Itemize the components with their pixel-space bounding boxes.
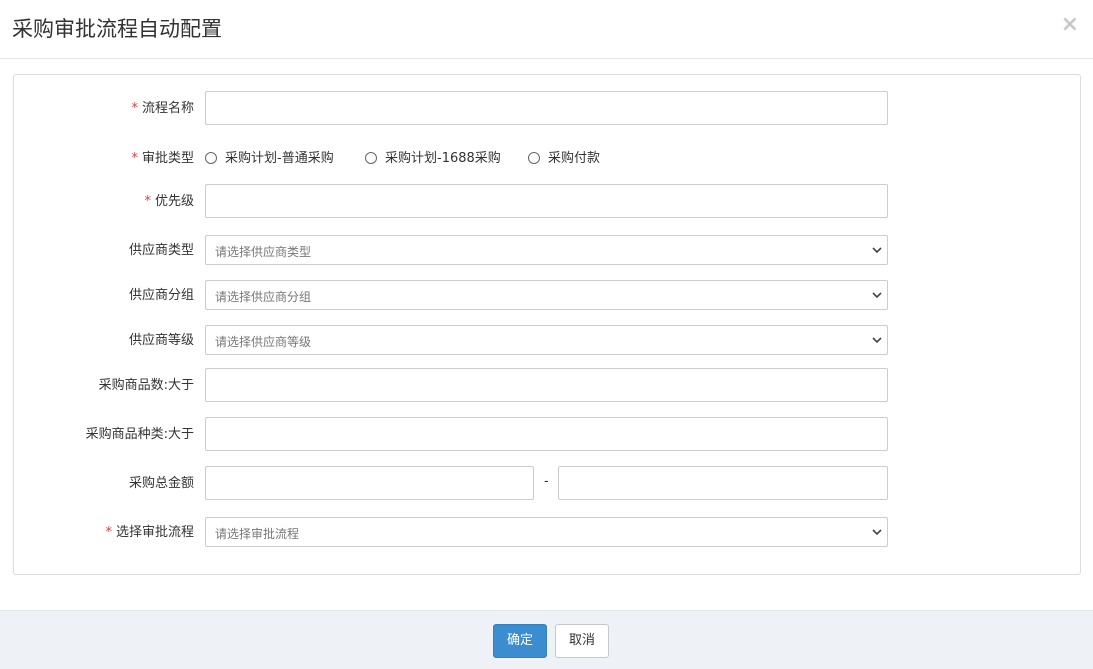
goods-count-label: 采购商品数:大于 — [98, 378, 194, 393]
supplier-level-select[interactable]: 请选择供应商等级 — [205, 325, 888, 355]
total-amount-max-input[interactable] — [558, 466, 888, 500]
config-dialog: 采购审批流程自动配置 × * 流程名称 * 审批类型 采购计划-普通采购 采购计划-… — [0, 0, 1093, 669]
approval-flow-label: * 选择审批流程 — [105, 525, 194, 540]
goods-kinds-label: 采购商品种类:大于 — [85, 427, 194, 442]
chevron-down-icon — [872, 292, 882, 299]
chevron-down-icon — [872, 337, 882, 344]
supplier-level-label: 供应商等级 — [128, 333, 194, 348]
supplier-level-placeholder: 请选择供应商等级 — [215, 335, 312, 349]
required-mark: * — [131, 151, 138, 166]
priority-input[interactable] — [205, 184, 888, 218]
required-mark: * — [105, 525, 112, 540]
radio-circle-icon — [205, 152, 217, 164]
required-mark: * — [131, 101, 138, 116]
total-amount-label: 采购总金额 — [128, 476, 194, 491]
flow-name-input[interactable] — [205, 91, 888, 125]
range-separator: - — [544, 474, 549, 489]
radio-normal-purchase[interactable]: 采购计划-普通采购 — [205, 147, 334, 166]
radio-circle-icon — [365, 152, 377, 164]
chevron-down-icon — [872, 529, 882, 536]
supplier-group-label: 供应商分组 — [128, 288, 194, 303]
goods-count-input[interactable] — [205, 368, 888, 402]
cancel-button[interactable]: 取消 — [555, 624, 609, 658]
approval-flow-placeholder: 请选择审批流程 — [215, 527, 300, 541]
dialog-header: 采购审批流程自动配置 × — [0, 0, 1093, 59]
required-mark: * — [144, 194, 151, 209]
supplier-type-placeholder: 请选择供应商类型 — [215, 245, 312, 259]
supplier-group-placeholder: 请选择供应商分组 — [215, 290, 312, 304]
supplier-group-select[interactable]: 请选择供应商分组 — [205, 280, 888, 310]
approval-type-label: * 审批类型 — [131, 151, 194, 166]
dialog-title: 采购审批流程自动配置 — [12, 17, 222, 41]
supplier-type-label: 供应商类型 — [128, 243, 194, 258]
form-panel: * 流程名称 * 审批类型 采购计划-普通采购 采购计划-1688采购 采购付款 *… — [13, 74, 1081, 575]
radio-1688-purchase[interactable]: 采购计划-1688采购 — [365, 147, 501, 166]
radio-purchase-payment[interactable]: 采购付款 — [528, 147, 600, 166]
radio-circle-icon — [528, 152, 540, 164]
priority-label: * 优先级 — [144, 194, 194, 209]
chevron-down-icon — [872, 247, 882, 254]
dialog-footer: 确定 取消 — [0, 610, 1093, 669]
confirm-button[interactable]: 确定 — [493, 624, 547, 658]
total-amount-min-input[interactable] — [205, 466, 534, 500]
close-icon[interactable]: × — [1061, 12, 1079, 38]
approval-flow-select[interactable]: 请选择审批流程 — [205, 517, 888, 547]
flow-name-label: * 流程名称 — [131, 101, 194, 116]
supplier-type-select[interactable]: 请选择供应商类型 — [205, 235, 888, 265]
goods-kinds-input[interactable] — [205, 417, 888, 451]
